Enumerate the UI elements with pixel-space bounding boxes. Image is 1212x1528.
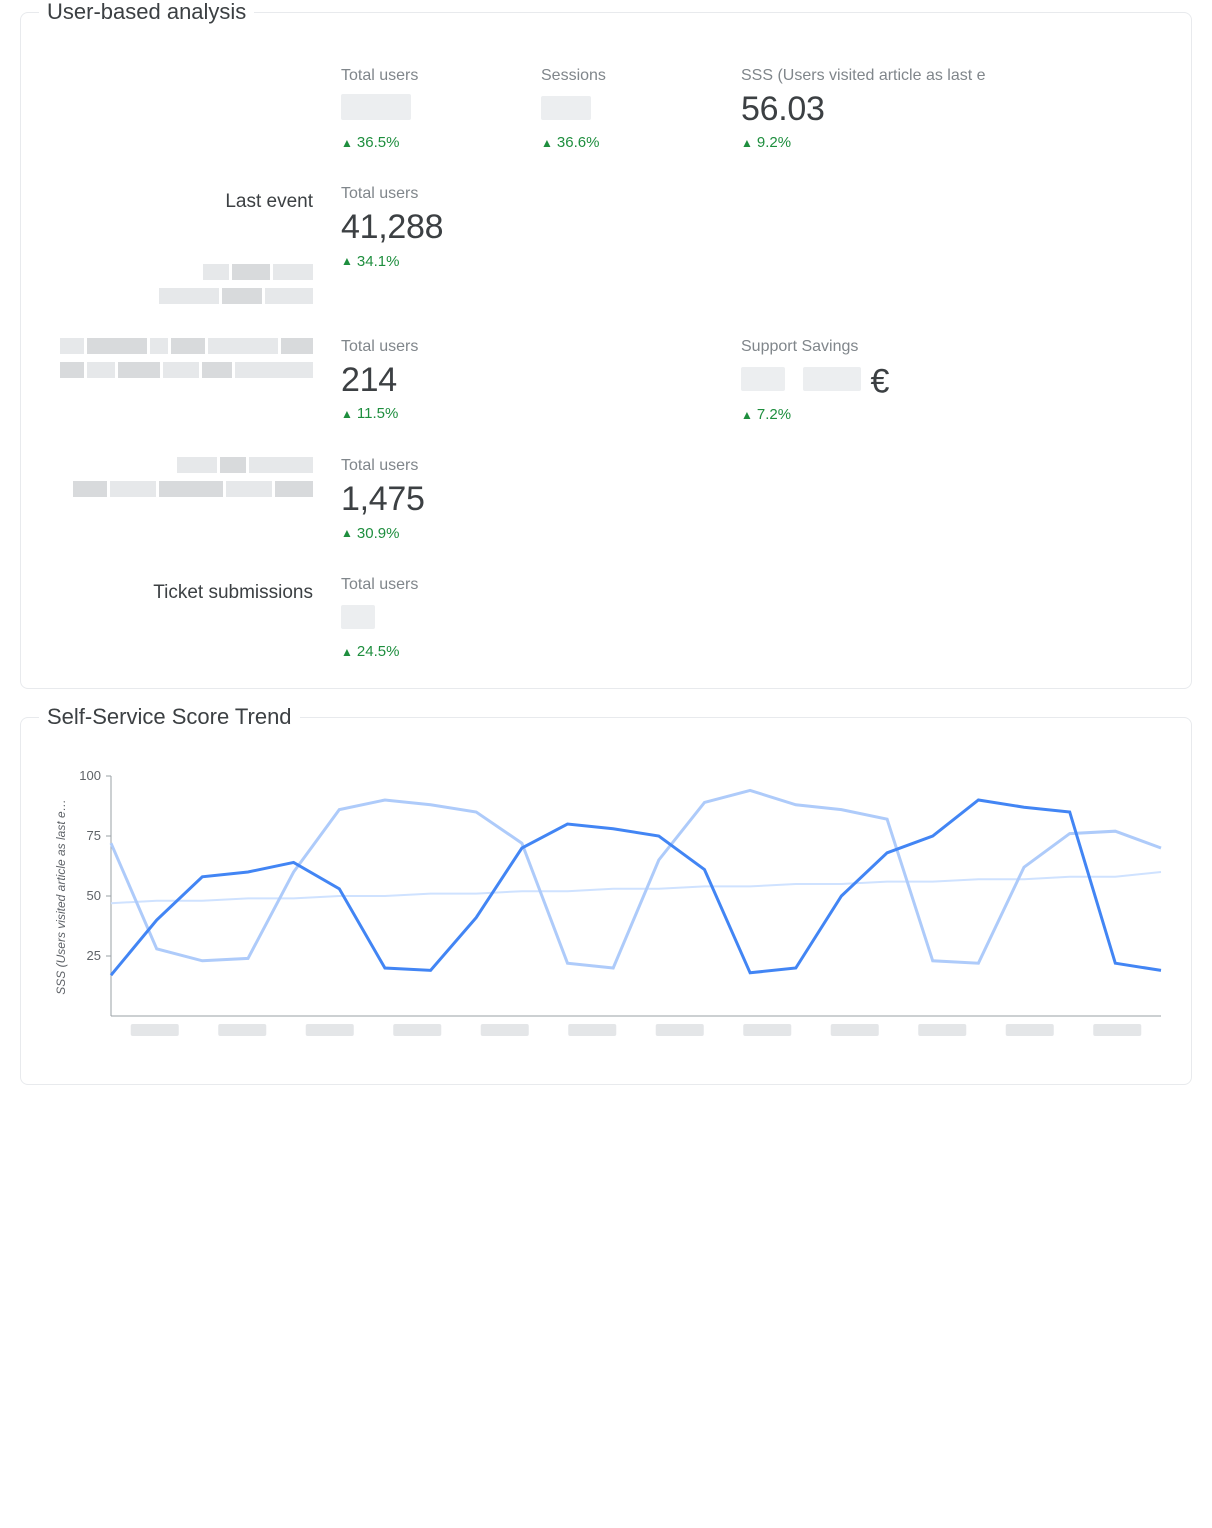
y-axis-label: SSS (Users visited article as last e… — [54, 787, 68, 1007]
arrow-up-icon: ▲ — [541, 136, 553, 150]
metric-value-redacted: € — [741, 362, 1171, 401]
metric-1475-users: Total users 1,475 ▲ 30.9% — [341, 457, 541, 541]
metric-support-savings: Support Savings € ▲ 7.2% — [741, 338, 1171, 424]
arrow-up-icon: ▲ — [741, 408, 753, 422]
metrics-grid: Total users ▲ 36.5% Sessions ▲ 36.6% SSS (… — [21, 33, 1191, 660]
metric-value-redacted — [341, 91, 541, 128]
metric-label: Total users — [341, 338, 541, 356]
metric-value: 56.03 — [741, 91, 1171, 128]
arrow-up-icon: ▲ — [341, 526, 353, 540]
metric-214-users: Total users 214 ▲ 11.5% — [341, 338, 541, 422]
arrow-up-icon: ▲ — [341, 645, 353, 659]
metric-sessions: Sessions ▲ 36.6% — [541, 67, 741, 151]
redacted-row-label — [41, 457, 341, 497]
delta-value: 34.1% — [357, 253, 400, 270]
metric-label: Total users — [341, 576, 541, 594]
delta-value: 9.2% — [757, 134, 791, 151]
metric-value: 41,288 — [341, 209, 541, 246]
svg-text:75: 75 — [87, 828, 101, 843]
svg-text:100: 100 — [79, 768, 101, 783]
metric-value-redacted — [541, 91, 741, 128]
arrow-up-icon: ▲ — [341, 136, 353, 150]
currency-symbol: € — [870, 362, 889, 400]
line-chart: 25 50 75 100 — [41, 766, 1171, 1046]
metric-label: Total users — [341, 185, 541, 203]
metric-value-redacted — [341, 600, 541, 637]
row-label-ticket-submissions: Ticket submissions — [41, 576, 341, 604]
metric-label: Support Savings — [741, 338, 1171, 356]
delta-value: 7.2% — [757, 406, 791, 423]
metric-label: Total users — [341, 67, 541, 85]
metric-delta: ▲ 9.2% — [741, 134, 1171, 151]
arrow-up-icon: ▲ — [341, 254, 353, 268]
metric-value: 1,475 — [341, 481, 541, 518]
delta-value: 24.5% — [357, 643, 400, 660]
redacted-row-label — [41, 264, 341, 304]
delta-value: 36.5% — [357, 134, 400, 151]
metric-label: Sessions — [541, 67, 741, 85]
card-title: Self-Service Score Trend — [39, 704, 300, 729]
svg-text:50: 50 — [87, 888, 101, 903]
metric-delta: ▲ 7.2% — [741, 406, 1171, 423]
svg-text:25: 25 — [87, 948, 101, 963]
metric-label: SSS (Users visited article as last e — [741, 67, 1171, 85]
redacted-row-label — [41, 338, 341, 378]
arrow-up-icon: ▲ — [741, 136, 753, 150]
metric-sss: SSS (Users visited article as last e 56.… — [741, 67, 1171, 151]
metric-last-event-users: Total users 41,288 ▲ 34.1% — [341, 185, 541, 269]
metric-delta: ▲ 30.9% — [341, 525, 541, 542]
metric-total-users: Total users ▲ 36.5% — [341, 67, 541, 151]
metric-delta: ▲ 11.5% — [341, 405, 541, 422]
metric-delta: ▲ 36.5% — [341, 134, 541, 151]
metric-ticket-users: Total users ▲ 24.5% — [341, 576, 541, 660]
metric-label: Total users — [341, 457, 541, 475]
sss-trend-card: Self-Service Score Trend SSS (Users visi… — [20, 717, 1192, 1085]
metric-value: 214 — [341, 362, 541, 399]
delta-value: 36.6% — [557, 134, 600, 151]
card-title: User-based analysis — [39, 0, 254, 24]
user-based-analysis-card: User-based analysis Total users ▲36.5% S… — [20, 12, 1192, 689]
arrow-up-icon: ▲ — [341, 407, 353, 421]
metric-delta: ▲ 24.5% — [341, 643, 541, 660]
delta-value: 30.9% — [357, 525, 400, 542]
chart-area: SSS (Users visited article as last e… 25… — [21, 738, 1191, 1056]
metric-delta: ▲ 34.1% — [341, 253, 541, 270]
metric-delta: ▲ 36.6% — [541, 134, 741, 151]
row-label-last-event: Last event — [41, 185, 341, 213]
delta-value: 11.5% — [357, 405, 398, 422]
